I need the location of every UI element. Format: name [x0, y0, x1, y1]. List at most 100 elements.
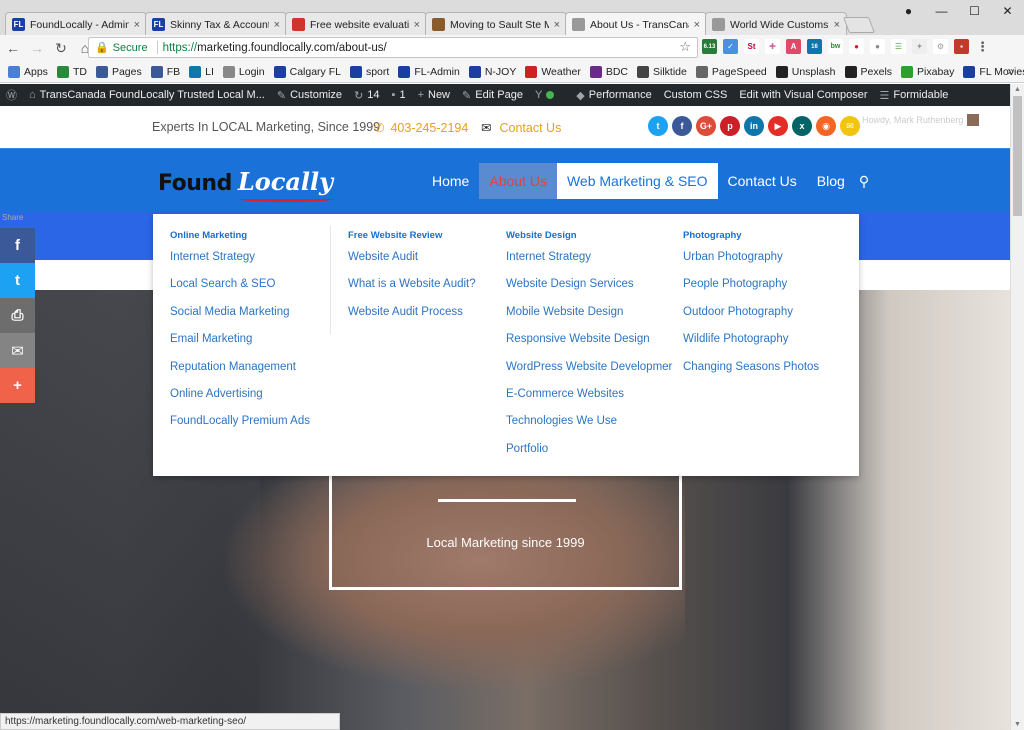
twitter-icon[interactable]: t [648, 116, 668, 136]
bookmark-item[interactable]: Login [222, 65, 265, 78]
share-more-icon[interactable]: + [0, 368, 35, 403]
extension-icon[interactable]: ✓ [723, 39, 738, 54]
mega-menu-link[interactable]: Social Media Marketing [170, 306, 310, 333]
share-print-icon[interactable]: ⎙ [0, 298, 35, 333]
new-tab-button[interactable] [843, 17, 875, 33]
mega-menu-link[interactable]: Changing Seasons Photos [683, 361, 819, 388]
mega-menu-heading[interactable]: Photography [683, 230, 819, 241]
wp-comments[interactable]: ▪ 1 [392, 89, 406, 101]
extension-icon[interactable]: 16 [807, 39, 822, 54]
bookmark-item[interactable]: Pexels [844, 65, 892, 78]
page-scrollbar[interactable]: ▲ ▼ [1010, 84, 1024, 730]
wp-edit-page[interactable]: ✎ Edit Page [462, 89, 523, 102]
rss-icon[interactable]: ◉ [816, 116, 836, 136]
facebook-icon[interactable]: f [672, 116, 692, 136]
extension-icon[interactable]: ● [849, 39, 864, 54]
close-tab-icon[interactable]: × [694, 19, 700, 31]
more-bookmarks-icon[interactable]: » [1007, 64, 1014, 78]
bookmark-item[interactable]: TD [56, 65, 87, 78]
nav-blog[interactable]: Blog [807, 163, 855, 199]
site-logo[interactable]: Found Locally [158, 167, 334, 202]
bookmark-item[interactable]: FB [150, 65, 180, 78]
extension-icon[interactable]: ● [870, 39, 885, 54]
extension-icon[interactable]: St [744, 39, 759, 54]
mega-menu-link[interactable]: Internet Strategy [170, 251, 310, 278]
browser-tab[interactable]: Free website evaluation × [285, 12, 427, 36]
extension-icon[interactable]: A [786, 39, 801, 54]
mega-menu-link[interactable]: Urban Photography [683, 251, 819, 278]
maximize-button[interactable]: ☐ [958, 0, 991, 22]
menu-icon[interactable]: ⋮ [975, 39, 990, 54]
extension-icon[interactable]: ▪ [954, 39, 969, 54]
bookmark-item[interactable]: sport [349, 65, 389, 78]
bookmark-item[interactable]: FL-Admin [398, 65, 460, 78]
browser-tab[interactable]: World Wide Customs Bro × [705, 12, 847, 36]
mega-menu-link[interactable]: Outdoor Photography [683, 306, 819, 333]
mega-menu-heading[interactable]: Free Website Review [348, 230, 476, 241]
minimize-button[interactable]: — [925, 0, 958, 22]
nav-web-marketing-seo[interactable]: Web Marketing & SEO [556, 163, 718, 199]
browser-tab[interactable]: FL Skinny Tax & Accounting × [145, 12, 287, 36]
forward-button[interactable]: → [26, 37, 48, 59]
wp-performance[interactable]: ◆ Performance [576, 89, 651, 102]
wp-visual-composer[interactable]: Edit with Visual Composer [739, 89, 867, 101]
extension-icon[interactable]: ⚙ [933, 39, 948, 54]
extension-icon[interactable]: ✦ [912, 39, 927, 54]
browser-tab[interactable]: FL FoundLocally - Admin - A × [5, 12, 147, 36]
mega-menu-link[interactable]: What is a Website Audit? [348, 278, 476, 305]
wp-formidable[interactable]: ☰ Formidable [880, 89, 949, 102]
reload-button[interactable]: ↻ [50, 37, 72, 59]
mega-menu-link[interactable]: Email Marketing [170, 333, 310, 360]
mega-menu-link[interactable]: WordPress Website Developmer [506, 361, 672, 388]
bookmark-item[interactable]: FL Movies [963, 65, 1024, 78]
bookmark-item[interactable]: BDC [589, 65, 628, 78]
bookmark-item[interactable]: Unsplash [775, 65, 836, 78]
profile-icon[interactable]: ● [892, 0, 925, 22]
browser-tab[interactable]: Moving to Sault Ste Mar × [425, 12, 567, 36]
mega-menu-heading[interactable]: Website Design [506, 230, 672, 241]
close-tab-icon[interactable]: × [554, 19, 560, 31]
extension-icon[interactable]: bw [828, 39, 843, 54]
share-facebook-icon[interactable]: f [0, 228, 35, 263]
close-window-button[interactable]: ✕ [991, 0, 1024, 22]
mega-menu-link[interactable]: Reputation Management [170, 361, 310, 388]
extension-icon[interactable]: 6.13 [702, 39, 717, 54]
xing-icon[interactable]: x [792, 116, 812, 136]
mega-menu-link[interactable]: Responsive Website Design [506, 333, 672, 360]
wp-updates[interactable]: ↻ 14 [354, 89, 379, 102]
mega-menu-link[interactable]: Internet Strategy [506, 251, 672, 278]
bookmark-item[interactable]: Apps [8, 65, 48, 78]
nav-contact-us[interactable]: Contact Us [718, 163, 807, 199]
mega-menu-heading[interactable]: Online Marketing [170, 230, 310, 241]
scroll-down-icon[interactable]: ▼ [1014, 721, 1021, 728]
mega-menu-link[interactable]: Portfolio [506, 443, 672, 470]
address-bar[interactable]: 🔒 Secure https://marketing.foundlocally.… [88, 37, 698, 58]
browser-tab[interactable]: About Us - TransCanada × [565, 12, 707, 36]
bookmark-star-icon[interactable]: ☆ [679, 39, 691, 55]
close-tab-icon[interactable]: × [414, 19, 420, 31]
wp-new[interactable]: + New [418, 89, 450, 101]
nav-about-us[interactable]: About Us [479, 163, 557, 199]
mega-menu-link[interactable]: Online Advertising [170, 388, 310, 415]
wp-custom-css[interactable]: Custom CSS [664, 89, 728, 101]
youtube-icon[interactable]: ▶ [768, 116, 788, 136]
linkedin-icon[interactable]: in [744, 116, 764, 136]
pinterest-icon[interactable]: p [720, 116, 740, 136]
mega-menu-link[interactable]: FoundLocally Premium Ads [170, 415, 310, 442]
mega-menu-link[interactable]: Website Audit [348, 251, 476, 278]
wp-site-name[interactable]: ⌂ TransCanada FoundLocally Trusted Local … [29, 89, 265, 101]
howdy-user[interactable]: Howdy, Mark Ruthenberg [862, 114, 980, 126]
bookmark-item[interactable]: Weather [525, 65, 581, 78]
contact-link[interactable]: ✉ Contact Us [481, 120, 561, 135]
scroll-up-icon[interactable]: ▲ [1014, 86, 1021, 93]
bookmark-item[interactable]: N-JOY [468, 65, 516, 78]
bookmark-item[interactable]: LI [189, 65, 214, 78]
wp-customize[interactable]: ✎ Customize [277, 89, 342, 102]
email-icon[interactable]: ✉ [840, 116, 860, 136]
bookmark-item[interactable]: Calgary FL [273, 65, 341, 78]
mega-menu-link[interactable]: Website Design Services [506, 278, 672, 305]
extension-icon[interactable]: ☰ [891, 39, 906, 54]
share-twitter-icon[interactable]: t [0, 263, 35, 298]
mega-menu-link[interactable]: Mobile Website Design [506, 306, 672, 333]
mega-menu-link[interactable]: Website Audit Process [348, 306, 476, 333]
